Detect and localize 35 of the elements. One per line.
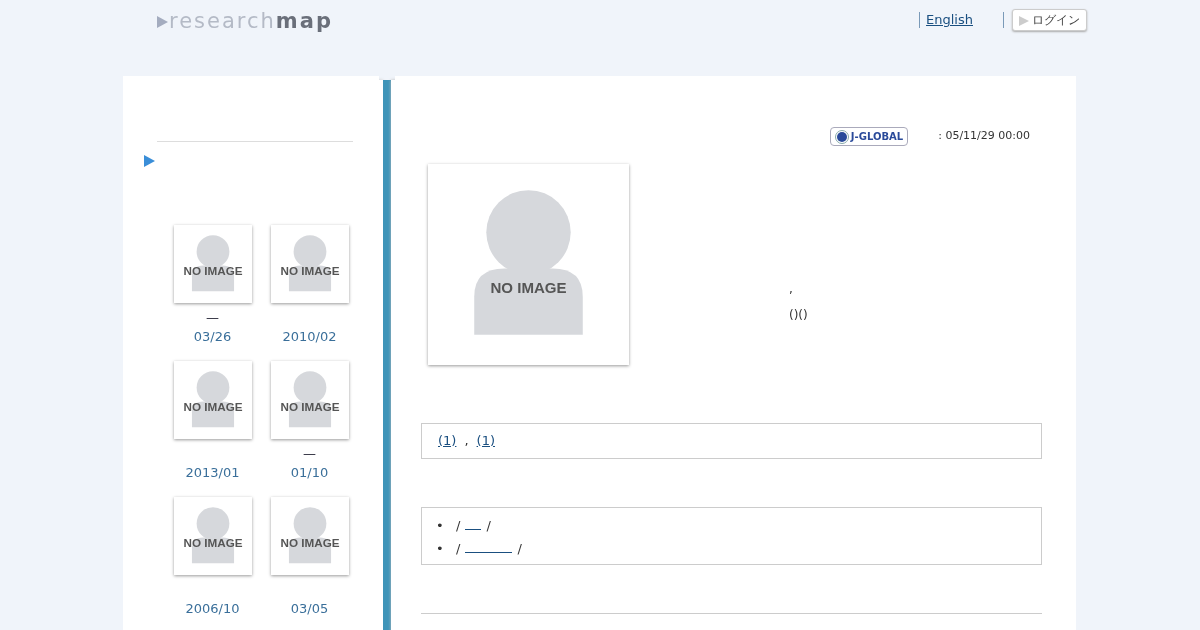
slash-text: / (456, 540, 461, 556)
avatar-image[interactable]: NO IMAGE (270, 497, 349, 575)
count-link[interactable]: (1) (476, 433, 495, 448)
globe-icon (834, 129, 849, 144)
separator-text: , (464, 433, 469, 448)
profile-text: , (789, 281, 794, 298)
date-text: 2006/10 (185, 600, 240, 618)
login-button[interactable]: ログイン (1012, 9, 1087, 31)
profile-text: ()() (789, 307, 808, 324)
profile-photo: NO IMAGE (428, 164, 629, 365)
slash-text: / (517, 540, 522, 556)
count-link[interactable]: (1) (438, 433, 457, 448)
slash-text: / (456, 517, 461, 533)
bullet: • (436, 539, 445, 558)
bullet: • (436, 516, 445, 535)
slash-text: / (486, 517, 491, 533)
update-date: : 05/11/29 00:00 (938, 128, 1030, 145)
play-icon (1019, 15, 1029, 26)
play-icon (144, 155, 155, 167)
language-link[interactable]: English (926, 10, 973, 30)
avatar-image[interactable]: NO IMAGE (173, 497, 252, 575)
date-text: 03/26 (193, 328, 232, 346)
avatar-image[interactable]: NO IMAGE (173, 361, 252, 439)
profile-link[interactable]: — (303, 447, 316, 461)
date-text: 2010/02 (282, 328, 337, 346)
avatar-image[interactable]: NO IMAGE (173, 225, 252, 303)
play-icon (156, 15, 169, 29)
date-text: 01/10 (290, 464, 329, 482)
logo[interactable]: research map (156, 6, 333, 38)
avatar-image[interactable]: NO IMAGE (270, 361, 349, 439)
date-text: 2013/01 (185, 464, 240, 482)
date-text: 03/05 (290, 600, 329, 618)
profile-link[interactable]: — (206, 311, 219, 325)
avatar-image[interactable]: NO IMAGE (270, 225, 349, 303)
j-global-badge[interactable]: J-GLOBAL (829, 127, 909, 146)
